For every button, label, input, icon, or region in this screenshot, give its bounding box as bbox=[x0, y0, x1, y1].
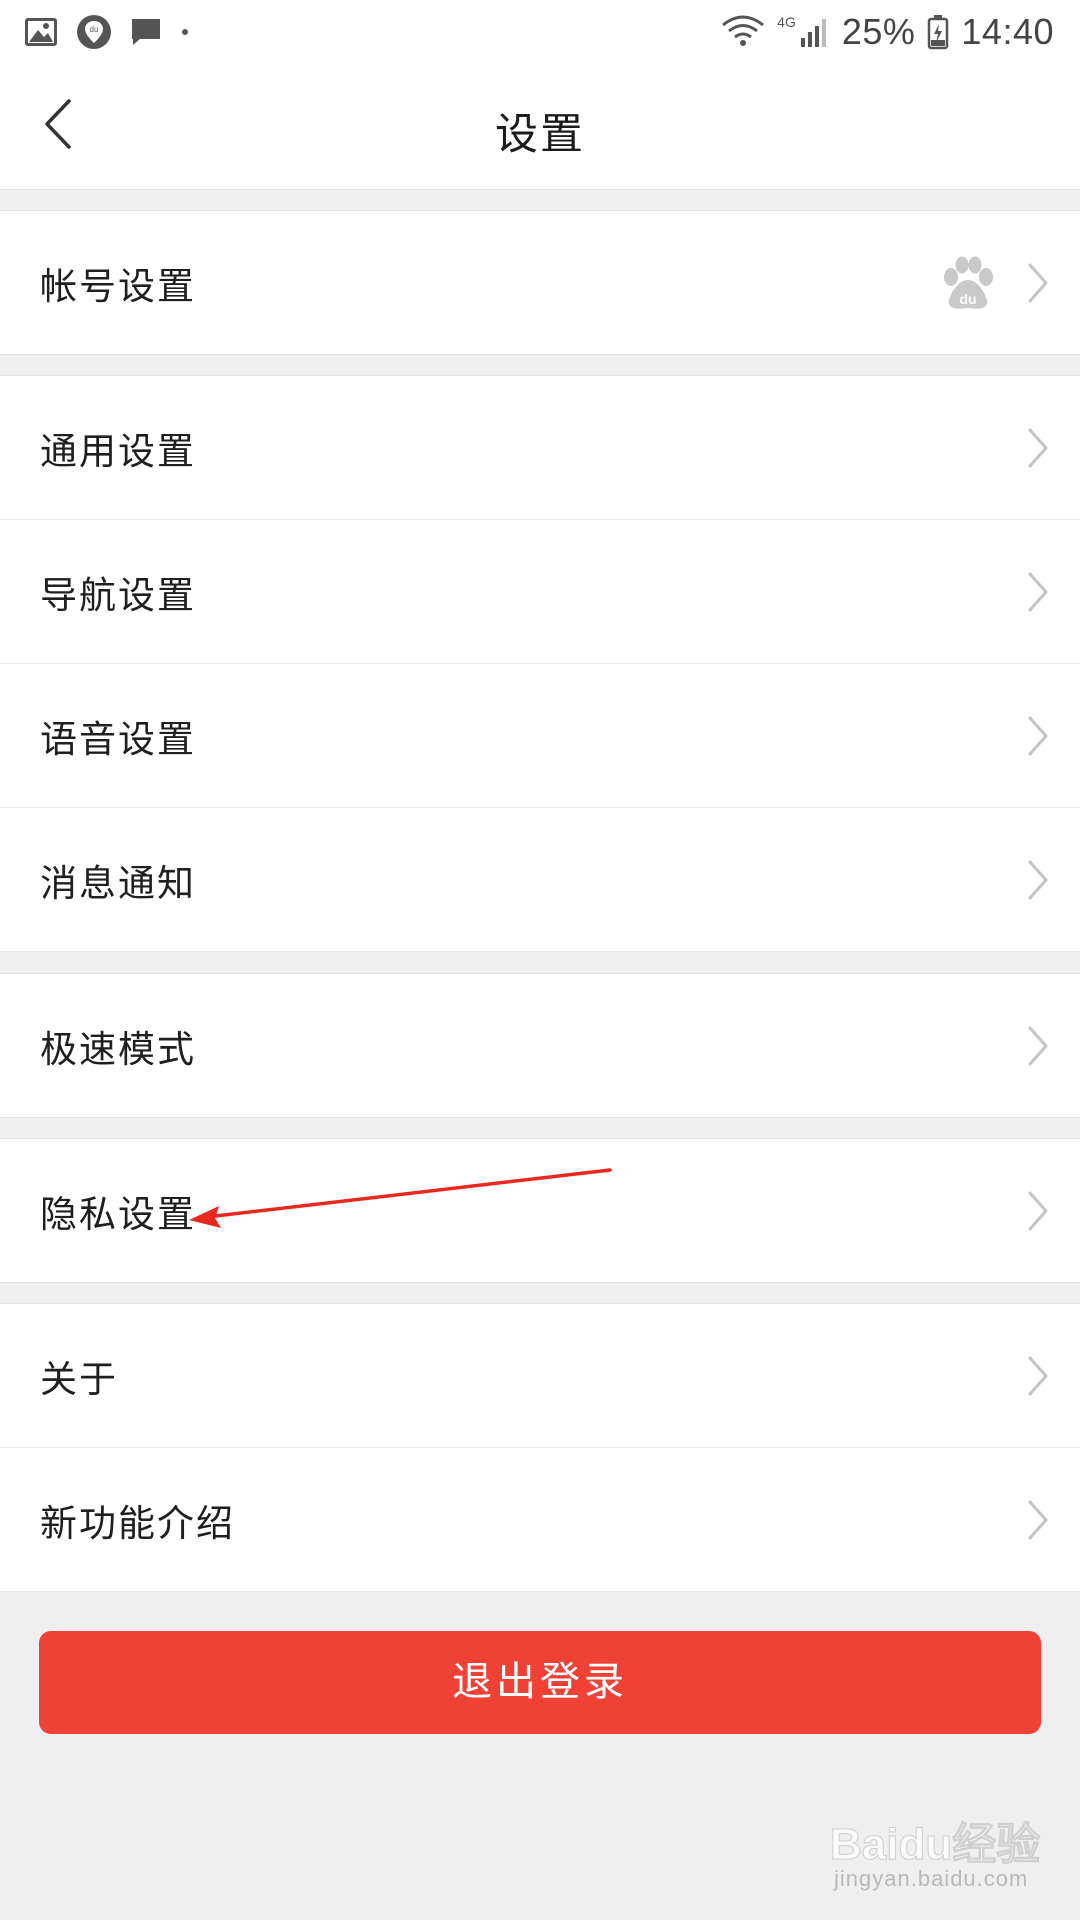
settings-item-speed-mode[interactable]: 极速模式 bbox=[0, 974, 1080, 1117]
settings-item-label: 新功能介绍 bbox=[40, 1501, 235, 1545]
watermark-url: jingyan.baidu.com bbox=[834, 1866, 1029, 1891]
settings-item-notifications[interactable]: 消息通知 bbox=[0, 807, 1080, 951]
settings-item-label: 消息通知 bbox=[40, 861, 196, 905]
settings-item-about[interactable]: 关于 bbox=[0, 1304, 1080, 1447]
settings-item-privacy[interactable]: 隐私设置 bbox=[0, 1139, 1080, 1282]
settings-item-navigation[interactable]: 导航设置 bbox=[0, 519, 1080, 663]
watermark-logo: Baidu经验 bbox=[829, 1820, 1041, 1870]
settings-item-general[interactable]: 通用设置 bbox=[0, 376, 1080, 519]
settings-item-label: 帐号设置 bbox=[40, 264, 196, 308]
chevron-right-icon bbox=[1028, 716, 1048, 755]
settings-item-voice[interactable]: 语音设置 bbox=[0, 663, 1080, 807]
settings-item-label: 关于 bbox=[40, 1357, 118, 1401]
chevron-right-icon bbox=[1028, 1356, 1048, 1395]
chevron-right-icon bbox=[1028, 428, 1048, 467]
chevron-right-icon bbox=[1028, 263, 1048, 302]
chevron-right-icon bbox=[1028, 572, 1048, 611]
baidu-jingyan-watermark: Baidu经验 jingyan.baidu.com bbox=[829, 1808, 1060, 1908]
baidu-paw-icon: du bbox=[944, 256, 993, 309]
gallery-icon bbox=[25, 18, 57, 46]
settings-item-label: 极速模式 bbox=[40, 1027, 196, 1071]
settings-item-account[interactable]: 帐号设置 du bbox=[0, 211, 1080, 354]
settings-item-label: 隐私设置 bbox=[40, 1192, 196, 1236]
settings-group-speed: 极速模式 bbox=[0, 973, 1080, 1118]
chevron-right-icon bbox=[1028, 860, 1048, 899]
chevron-right-icon bbox=[1028, 1500, 1048, 1539]
svg-text:du: du bbox=[90, 25, 99, 34]
page-title: 设置 bbox=[495, 110, 585, 160]
chevron-right-icon bbox=[1028, 1026, 1048, 1065]
dot-icon bbox=[182, 29, 188, 35]
settings-group-privacy: 隐私设置 bbox=[0, 1138, 1080, 1283]
signal-icon bbox=[800, 19, 826, 47]
settings-item-new-features[interactable]: 新功能介绍 bbox=[0, 1447, 1080, 1591]
svg-text:du: du bbox=[959, 291, 976, 307]
chevron-right-icon bbox=[1028, 1191, 1048, 1230]
settings-item-label: 通用设置 bbox=[40, 429, 196, 473]
settings-item-label: 导航设置 bbox=[40, 573, 196, 617]
logout-button[interactable]: 退出登录 bbox=[39, 1631, 1041, 1734]
settings-group-about: 关于 新功能介绍 bbox=[0, 1303, 1080, 1592]
wifi-icon bbox=[722, 15, 765, 46]
clock: 14:40 bbox=[961, 11, 1054, 52]
header-bar: 设置 bbox=[0, 62, 1080, 190]
status-bar: du 4G 25% 14:40 bbox=[0, 0, 1080, 62]
battery-icon bbox=[928, 15, 949, 50]
baidu-maps-icon: du bbox=[77, 15, 111, 49]
battery-percent: 25% bbox=[841, 11, 916, 52]
settings-group-general: 通用设置 导航设置 语音设置 消息通知 bbox=[0, 375, 1080, 952]
message-icon bbox=[132, 19, 160, 45]
network-type: 4G bbox=[777, 14, 796, 30]
settings-item-label: 语音设置 bbox=[40, 717, 196, 761]
settings-group-account: 帐号设置 du bbox=[0, 210, 1080, 355]
